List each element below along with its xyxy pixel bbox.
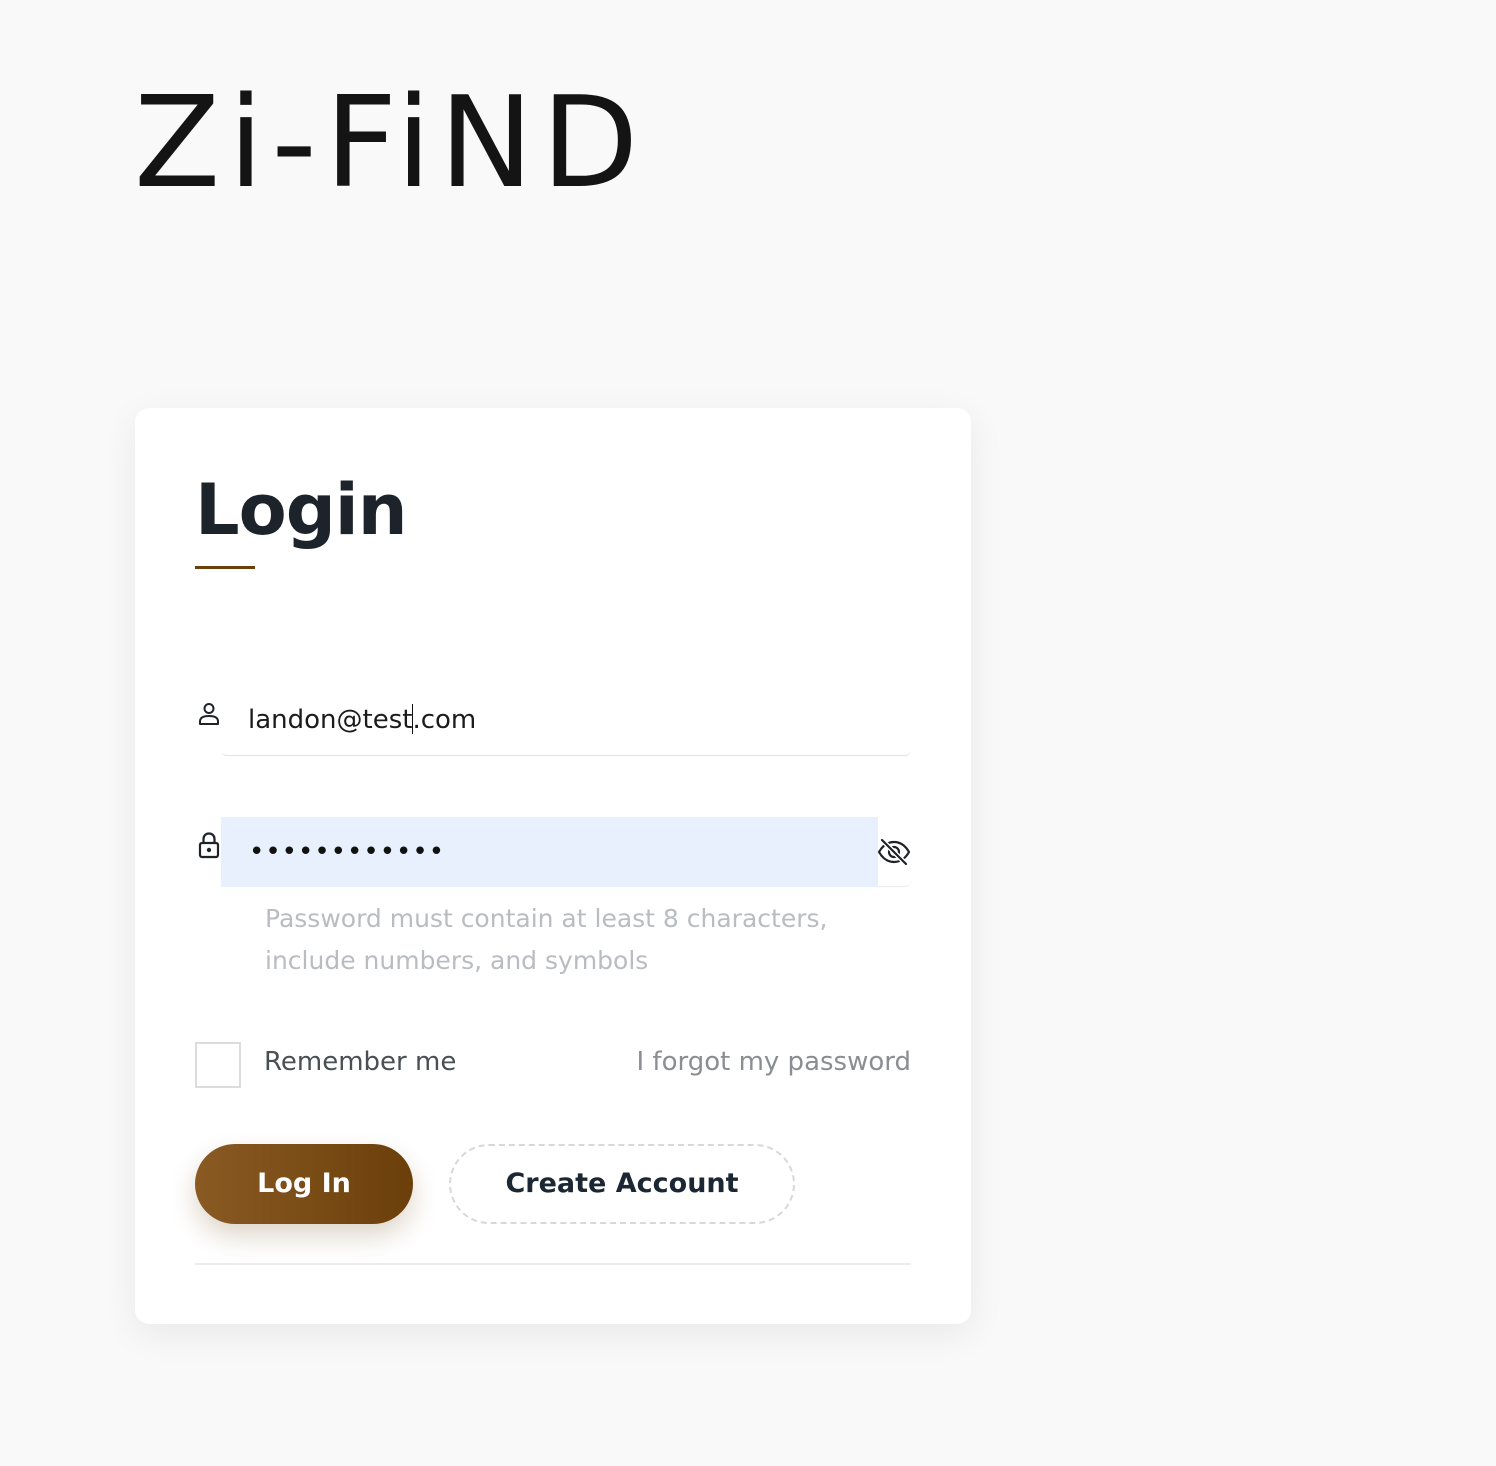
email-value-before-caret: landon@test [248, 705, 413, 735]
email-field[interactable]: landon@test.com [221, 684, 911, 756]
user-icon [195, 700, 223, 728]
remember-me-label[interactable]: Remember me [264, 1044, 456, 1080]
email-value-after-caret: .com [412, 705, 477, 735]
create-account-button[interactable]: Create Account [449, 1144, 795, 1224]
password-hint: Password must contain at least 8 charact… [265, 904, 828, 975]
password-input-value: •••••••••••• [249, 837, 446, 867]
title-underline [195, 566, 255, 569]
remember-me-checkbox[interactable] [195, 1042, 241, 1088]
email-input-value: landon@test.com [248, 702, 476, 738]
forgot-password-link[interactable]: I forgot my password [636, 1044, 911, 1080]
login-button[interactable]: Log In [195, 1144, 413, 1224]
divider [195, 1263, 911, 1265]
password-field[interactable]: •••••••••••• [221, 817, 911, 887]
login-card: Login landon@test.com •••••••••••• Passw… [135, 408, 971, 1324]
eye-off-icon[interactable] [876, 834, 912, 870]
page-title: Login [195, 469, 408, 551]
zi-find-logo: Zi-FiND [134, 69, 647, 216]
lock-icon [195, 830, 223, 859]
